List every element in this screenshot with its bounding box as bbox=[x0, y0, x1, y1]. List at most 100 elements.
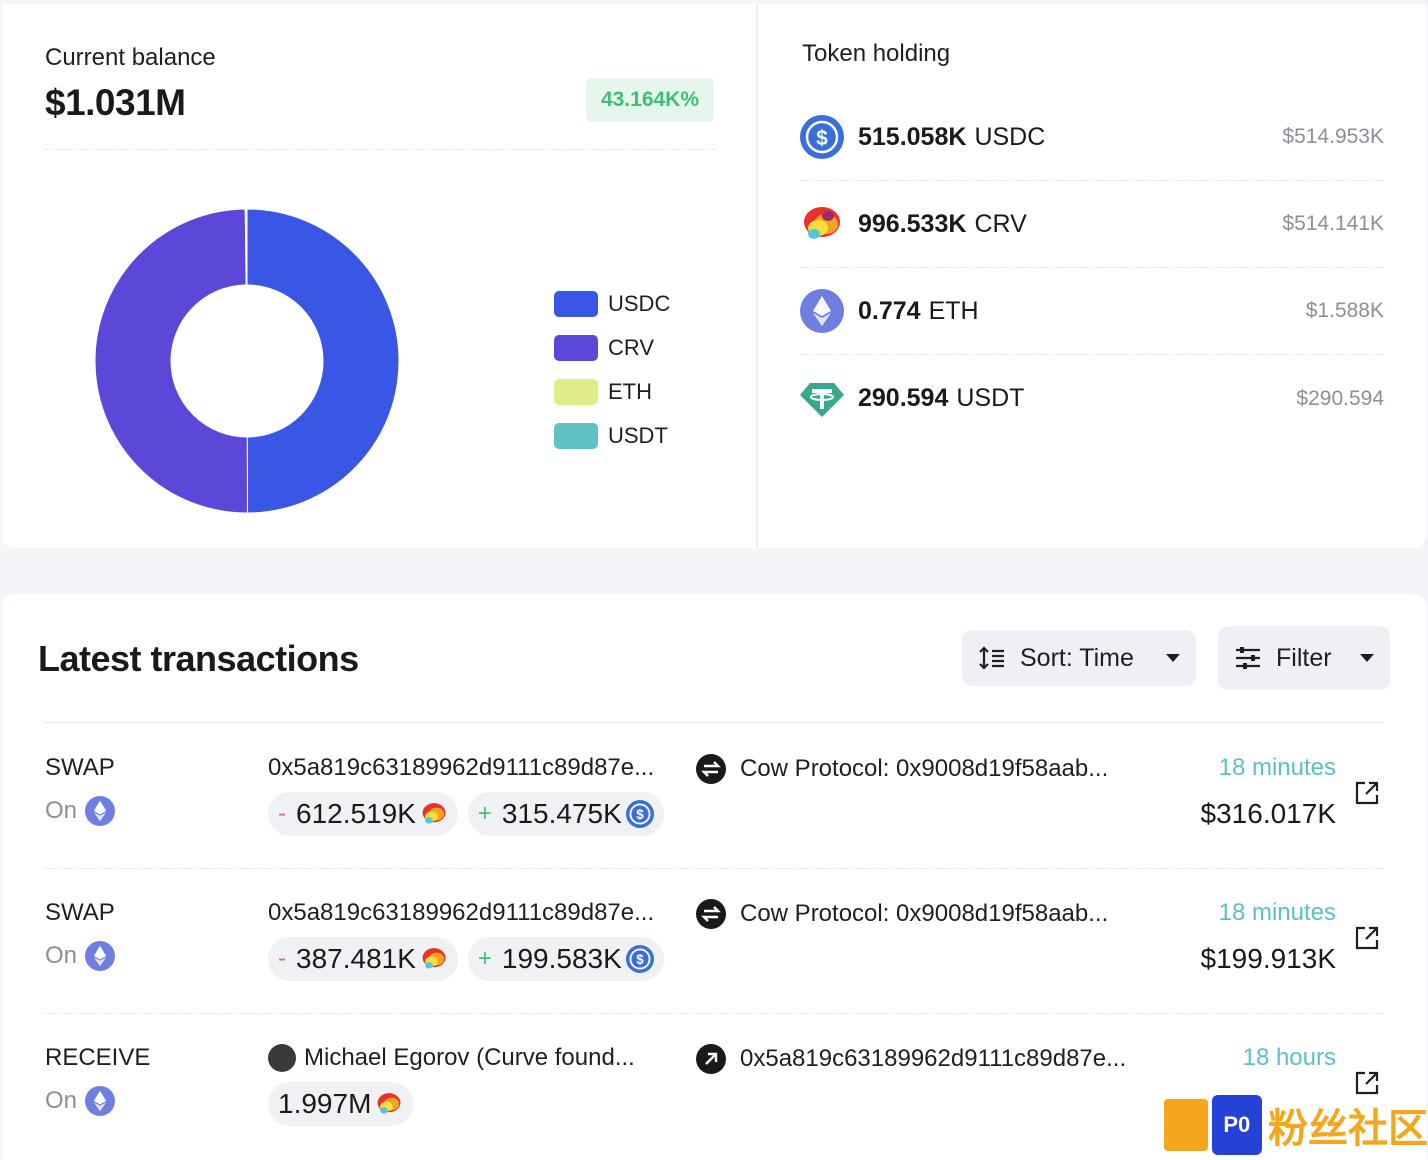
amount-value: 1.997M bbox=[278, 1088, 372, 1119]
holding-amount: 996.533K bbox=[858, 209, 967, 238]
tx-counterparty-label: Cow Protocol: 0x9008d19f58aab... bbox=[740, 755, 1109, 782]
swap-arrows-icon bbox=[696, 899, 726, 929]
tx-in-amount: + 199.583K $ bbox=[467, 937, 664, 981]
watermark: P0 粉丝社区 bbox=[1164, 1090, 1428, 1160]
usdc-icon: $ bbox=[625, 945, 654, 973]
donut-slice-crv bbox=[94, 208, 248, 514]
eth-icon bbox=[85, 1086, 116, 1116]
minus-sign: - bbox=[278, 945, 286, 972]
tx-chain-label: On bbox=[45, 797, 78, 824]
tx-usd-value: $316.017K bbox=[1200, 798, 1336, 829]
amount-value: 199.583K bbox=[501, 943, 622, 974]
external-link-icon[interactable] bbox=[1354, 780, 1380, 806]
holding-usd-value: $1.588K bbox=[1305, 299, 1384, 322]
transactions-title: Latest transactions bbox=[38, 638, 359, 679]
holding-amount: 0.774 bbox=[858, 296, 921, 325]
svg-text:$: $ bbox=[816, 127, 828, 150]
sort-label: Sort: Time bbox=[1020, 643, 1134, 672]
tx-chain: On bbox=[45, 796, 116, 826]
holding-symbol: CRV bbox=[974, 209, 1027, 238]
chart-legend: USDC CRV ETH USDT bbox=[554, 282, 670, 458]
filter-button[interactable]: Filter bbox=[1218, 626, 1390, 690]
tx-from-address[interactable]: 0x5a819c63189962d9111c89d87e... bbox=[268, 899, 654, 927]
tx-time: 18 minutes bbox=[1218, 899, 1336, 926]
crv-icon bbox=[804, 207, 840, 239]
crv-icon bbox=[422, 948, 446, 969]
eth-icon bbox=[85, 796, 116, 826]
avatar bbox=[268, 1044, 296, 1072]
tx-amounts: - 387.481K + 199.583K $ bbox=[268, 937, 664, 981]
arrow-up-right-icon bbox=[696, 1044, 726, 1074]
tx-type: SWAP bbox=[45, 754, 115, 781]
donut-slice-usdc bbox=[246, 208, 400, 514]
usdt-icon bbox=[800, 382, 844, 417]
holding-amount: 290.594 bbox=[858, 384, 949, 412]
usdc-icon: $ bbox=[625, 800, 654, 828]
usdc-icon: $ bbox=[800, 115, 844, 159]
balance-panel: Current balance $1.031M 43.164K% USDC CR… bbox=[2, 4, 756, 548]
holding-row-eth[interactable]: 0.774 ETH $1.588K bbox=[800, 268, 1384, 355]
allocation-donut-chart bbox=[94, 208, 400, 514]
divider bbox=[45, 149, 715, 150]
tx-counterparty-label: Cow Protocol: 0x9008d19f58aab... bbox=[740, 900, 1109, 927]
watermark-logo-box: P0 bbox=[1211, 1095, 1262, 1155]
holding-row-usdt[interactable]: 290.594 USDT $290.594 bbox=[800, 355, 1384, 442]
legend-label: USDC bbox=[608, 291, 671, 316]
filter-sliders-icon bbox=[1236, 647, 1260, 669]
minus-sign: - bbox=[278, 800, 286, 827]
legend-item-usdc: USDC bbox=[554, 282, 670, 326]
holding-symbol: USDT bbox=[956, 384, 1025, 412]
tx-type: SWAP bbox=[45, 899, 115, 926]
token-holding-title: Token holding bbox=[802, 40, 951, 67]
tx-out-amount: - 387.481K bbox=[268, 937, 458, 981]
tx-counterparty-label: 0x5a819c63189962d9111c89d87e... bbox=[740, 1045, 1127, 1072]
holding-symbol: ETH bbox=[928, 296, 979, 325]
legend-item-crv: CRV bbox=[554, 326, 670, 370]
tx-in-amount: + 315.475K $ bbox=[467, 792, 664, 836]
tx-chain: On bbox=[45, 1086, 116, 1116]
sort-icon bbox=[979, 646, 1004, 670]
tx-usd-value: $199.913K bbox=[1200, 943, 1336, 974]
tx-counterparty[interactable]: Cow Protocol: 0x9008d19f58aab... bbox=[696, 899, 1108, 929]
transaction-row[interactable]: SWAP On 0x5a819c63189962d9111c89d87e... … bbox=[2, 724, 1426, 869]
tx-from-address[interactable]: 0x5a819c63189962d9111c89d87e... bbox=[268, 754, 654, 782]
holding-row-usdc[interactable]: $ 515.058K USDC $514.953K bbox=[800, 94, 1384, 181]
tx-type: RECEIVE bbox=[45, 1044, 151, 1071]
tx-chain-label: On bbox=[45, 942, 78, 969]
crv-icon bbox=[377, 1093, 401, 1114]
holding-usd-value: $514.141K bbox=[1282, 212, 1384, 235]
legend-label: ETH bbox=[608, 379, 652, 404]
legend-swatch bbox=[554, 335, 598, 361]
watermark-text: 粉丝社区 bbox=[1268, 1107, 1428, 1151]
legend-swatch bbox=[554, 291, 598, 317]
tx-chain: On bbox=[45, 941, 116, 971]
holding-row-crv[interactable]: 996.533K CRV $514.141K bbox=[800, 181, 1384, 268]
tx-in-amount: 1.997M bbox=[268, 1082, 414, 1126]
balance-label: Current balance bbox=[45, 44, 216, 71]
holding-symbol: USDC bbox=[974, 122, 1046, 151]
balance-change-badge: 43.164K% bbox=[586, 78, 714, 122]
tx-from-address[interactable]: Michael Egorov (Curve found... bbox=[268, 1044, 635, 1072]
tx-counterparty[interactable]: Cow Protocol: 0x9008d19f58aab... bbox=[696, 754, 1108, 784]
tx-from-label: Michael Egorov (Curve found... bbox=[304, 1044, 635, 1071]
crv-icon bbox=[422, 803, 446, 824]
divider bbox=[44, 722, 1384, 723]
legend-item-usdt: USDT bbox=[554, 414, 670, 458]
external-link-icon[interactable] bbox=[1354, 925, 1380, 951]
chevron-down-icon bbox=[1166, 654, 1180, 662]
tx-chain-label: On bbox=[45, 1087, 78, 1114]
legend-item-eth: ETH bbox=[554, 370, 670, 414]
swap-arrows-icon bbox=[696, 754, 726, 784]
legend-label: CRV bbox=[608, 335, 655, 360]
legend-swatch bbox=[554, 423, 598, 449]
sort-button[interactable]: Sort: Time bbox=[962, 630, 1196, 686]
plus-sign: + bbox=[477, 945, 492, 972]
tx-counterparty[interactable]: 0x5a819c63189962d9111c89d87e... bbox=[696, 1044, 1126, 1074]
tx-amounts: 1.997M bbox=[268, 1082, 414, 1126]
holding-usd-value: $290.594 bbox=[1296, 386, 1384, 410]
legend-label: USDT bbox=[608, 423, 668, 448]
svg-text:$: $ bbox=[636, 807, 644, 822]
tx-time: 18 minutes bbox=[1218, 754, 1336, 781]
tx-time: 18 hours bbox=[1242, 1044, 1336, 1071]
transaction-row[interactable]: SWAP On 0x5a819c63189962d9111c89d87e... … bbox=[2, 869, 1426, 1014]
